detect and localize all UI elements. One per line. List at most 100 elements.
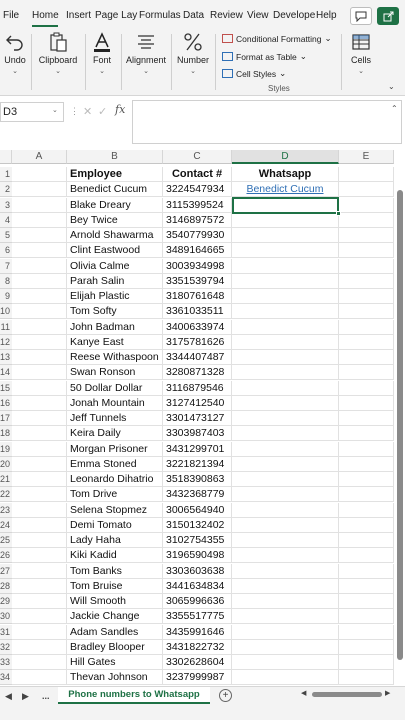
- cell-a28[interactable]: [12, 578, 67, 594]
- cell-a6[interactable]: [12, 243, 67, 259]
- row-header[interactable]: 22: [0, 487, 12, 503]
- cell-c22[interactable]: 3432368779: [163, 487, 232, 503]
- cell-b34[interactable]: Thevan Johnson: [67, 670, 163, 686]
- row-header[interactable]: 15: [0, 380, 12, 396]
- cell-e7[interactable]: [339, 258, 394, 274]
- cell-e28[interactable]: [339, 578, 394, 594]
- cell-e3[interactable]: [339, 197, 394, 213]
- column-header-d[interactable]: D: [232, 150, 339, 164]
- cell-a22[interactable]: [12, 487, 67, 503]
- cell-d7[interactable]: [232, 258, 339, 274]
- cell-c23[interactable]: 3006564940: [163, 502, 232, 518]
- cell-d34[interactable]: [232, 670, 339, 686]
- tab-page-layout[interactable]: Page Lay: [95, 10, 137, 21]
- row-header[interactable]: 18: [0, 426, 12, 442]
- row-header[interactable]: 8: [0, 273, 12, 289]
- cell-e29[interactable]: [339, 594, 394, 609]
- cell-c29[interactable]: 3065996636: [163, 594, 232, 609]
- cell-a29[interactable]: [12, 594, 67, 609]
- cell-e1[interactable]: [339, 167, 394, 182]
- cell-d24[interactable]: [232, 517, 339, 533]
- cell-e25[interactable]: [339, 533, 394, 548]
- cell-e14[interactable]: [339, 365, 394, 381]
- cell-c15[interactable]: 3116879546: [163, 380, 232, 396]
- cell-e4[interactable]: [339, 212, 394, 228]
- row-header[interactable]: 25: [0, 533, 12, 548]
- cell-b20[interactable]: Emma Stoned: [67, 456, 163, 472]
- row-header[interactable]: 11: [0, 319, 12, 335]
- cell-c20[interactable]: 3221821394: [163, 456, 232, 472]
- cell-d10[interactable]: [232, 304, 339, 320]
- cell-a19[interactable]: [12, 441, 67, 457]
- cell-d6[interactable]: [232, 243, 339, 259]
- alignment-group[interactable]: Alignment ⌄: [124, 30, 168, 96]
- undo-group[interactable]: Undo ⌄: [0, 30, 30, 96]
- cell-styles-button[interactable]: Cell Styles ⌄: [222, 68, 286, 79]
- cell-d30[interactable]: [232, 609, 339, 625]
- cell-a4[interactable]: [12, 212, 67, 228]
- tab-review[interactable]: Review: [210, 10, 243, 21]
- cell-a10[interactable]: [12, 304, 67, 320]
- cell-b7[interactable]: Olivia Calme: [67, 258, 163, 274]
- cell-b27[interactable]: Tom Banks: [67, 563, 163, 579]
- cell-b3[interactable]: Blake Dreary: [67, 197, 163, 213]
- cell-d8[interactable]: [232, 273, 339, 289]
- cell-c28[interactable]: 3441634834: [163, 578, 232, 594]
- cell-e16[interactable]: [339, 395, 394, 411]
- cell-e15[interactable]: [339, 380, 394, 396]
- cell-c10[interactable]: 3361033511: [163, 304, 232, 320]
- row-header[interactable]: 26: [0, 548, 12, 564]
- tab-help[interactable]: Help: [316, 10, 337, 21]
- cell-b17[interactable]: Jeff Tunnels: [67, 411, 163, 426]
- row-header[interactable]: 21: [0, 472, 12, 487]
- cell-c7[interactable]: 3003934998: [163, 258, 232, 274]
- cell-e6[interactable]: [339, 243, 394, 259]
- cell-c24[interactable]: 3150132402: [163, 517, 232, 533]
- row-header[interactable]: 9: [0, 289, 12, 304]
- row-header[interactable]: 3: [0, 197, 12, 213]
- cell-d27[interactable]: [232, 563, 339, 579]
- cell-c8[interactable]: 3351539794: [163, 273, 232, 289]
- row-header[interactable]: 14: [0, 365, 12, 381]
- cell-d33[interactable]: [232, 655, 339, 670]
- cell-c5[interactable]: 3540779930: [163, 228, 232, 243]
- cell-c19[interactable]: 3431299701: [163, 441, 232, 457]
- cell-d15[interactable]: [232, 380, 339, 396]
- cell-a16[interactable]: [12, 395, 67, 411]
- next-sheet-icon[interactable]: ▶: [22, 691, 29, 702]
- cell-b12[interactable]: Kanye East: [67, 334, 163, 350]
- cell-b13[interactable]: Reese Withaspoon: [67, 350, 163, 365]
- cell-b5[interactable]: Arnold Shawarma: [67, 228, 163, 243]
- cell-d26[interactable]: [232, 548, 339, 564]
- cell-e30[interactable]: [339, 609, 394, 625]
- collapse-ribbon-icon[interactable]: ⌄: [388, 82, 395, 91]
- cell-e12[interactable]: [339, 334, 394, 350]
- cell-d12[interactable]: [232, 334, 339, 350]
- cell-c4[interactable]: 3146897572: [163, 212, 232, 228]
- cell-a20[interactable]: [12, 456, 67, 472]
- cell-b11[interactable]: John Badman: [67, 319, 163, 335]
- cell-c18[interactable]: 3303987403: [163, 426, 232, 442]
- cell-e26[interactable]: [339, 548, 394, 564]
- cell-c32[interactable]: 3431822732: [163, 639, 232, 655]
- previous-sheet-icon[interactable]: ◀: [5, 691, 12, 702]
- row-header[interactable]: 20: [0, 456, 12, 472]
- name-box-chevron-icon[interactable]: ⌄: [52, 106, 58, 114]
- cell-c21[interactable]: 3518390863: [163, 472, 232, 487]
- cell-c26[interactable]: 3196590498: [163, 548, 232, 564]
- cell-e27[interactable]: [339, 563, 394, 579]
- row-header[interactable]: 24: [0, 517, 12, 533]
- cell-a26[interactable]: [12, 548, 67, 564]
- cell-d9[interactable]: [232, 289, 339, 304]
- cell-b15[interactable]: 50 Dollar Dollar: [67, 380, 163, 396]
- cell-b22[interactable]: Tom Drive: [67, 487, 163, 503]
- cell-e17[interactable]: [339, 411, 394, 426]
- cell-b30[interactable]: Jackie Change: [67, 609, 163, 625]
- cell-b6[interactable]: Clint Eastwood: [67, 243, 163, 259]
- cell-c34[interactable]: 3237999987: [163, 670, 232, 686]
- row-header[interactable]: 12: [0, 334, 12, 350]
- cell-a11[interactable]: [12, 319, 67, 335]
- cell-d14[interactable]: [232, 365, 339, 381]
- font-group[interactable]: Font ⌄: [87, 30, 117, 96]
- horizontal-scroll-thumb[interactable]: [312, 692, 382, 697]
